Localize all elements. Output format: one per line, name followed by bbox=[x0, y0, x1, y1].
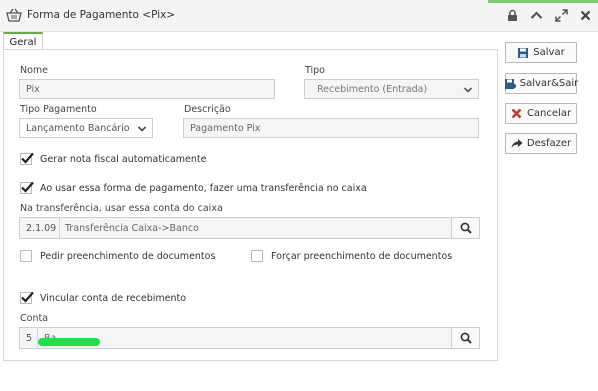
undo-button[interactable]: Desfazer bbox=[505, 133, 577, 154]
tipo-pagamento-select[interactable]: Lançamento Bancário bbox=[19, 118, 153, 138]
save-label: Salvar bbox=[533, 47, 565, 58]
forcar-docs-label: Forçar preenchimento de documentos bbox=[271, 251, 453, 262]
search-icon bbox=[460, 332, 472, 344]
save-and-exit-button[interactable]: Salvar&Sair bbox=[504, 73, 579, 94]
chevron-up-icon[interactable] bbox=[529, 7, 543, 23]
tab-geral[interactable]: Geral bbox=[3, 32, 43, 50]
nome-field[interactable]: Pix bbox=[19, 79, 275, 99]
save-button[interactable]: Salvar bbox=[505, 42, 577, 63]
redaction-mark bbox=[38, 338, 100, 346]
conta-caixa-description: Transferência Caixa->Banco bbox=[65, 222, 199, 234]
pedir-docs-label: Pedir preenchimento de documentos bbox=[40, 251, 216, 262]
tab-geral-label: Geral bbox=[9, 36, 37, 48]
save-and-exit-label: Salvar&Sair bbox=[519, 78, 579, 89]
check-icon bbox=[21, 152, 34, 164]
undo-label: Desfazer bbox=[526, 138, 572, 149]
tipo-value: Recebimento (Entrada) bbox=[317, 83, 428, 95]
conta-code: 5 bbox=[20, 328, 38, 348]
nome-value: Pix bbox=[26, 83, 40, 95]
conta-caixa-search-button[interactable] bbox=[451, 218, 479, 238]
conta-caixa-code: 2.1.09 bbox=[20, 218, 60, 238]
check-icon bbox=[21, 181, 34, 193]
conta-caixa-lookup[interactable]: 2.1.09 Transferência Caixa->Banco bbox=[19, 217, 480, 239]
cancel-button[interactable]: Cancelar bbox=[505, 103, 577, 124]
descricao-label: Descrição bbox=[184, 104, 231, 115]
nome-label: Nome bbox=[20, 65, 49, 76]
tipo-pagamento-label: Tipo Pagamento bbox=[20, 104, 97, 115]
expand-icon[interactable] bbox=[554, 7, 568, 23]
lock-icon[interactable] bbox=[505, 7, 519, 23]
vincular-label: Vincular conta de recebimento bbox=[40, 293, 187, 304]
tipo-pagamento-value: Lançamento Bancário bbox=[26, 122, 130, 134]
window-titlebar: Forma de Pagamento <Pix> bbox=[0, 0, 598, 32]
transferencia-checkbox[interactable] bbox=[20, 181, 34, 194]
titlebar-accent-line bbox=[488, 0, 598, 3]
tipo-label: Tipo bbox=[305, 65, 325, 76]
share-arrow-icon bbox=[511, 138, 523, 150]
vincular-checkbox[interactable] bbox=[20, 291, 34, 304]
gerar-nota-label: Gerar nota fiscal automaticamente bbox=[40, 154, 207, 165]
check-icon bbox=[21, 291, 34, 303]
conta-caixa-label: Na transferência, usar essa conta do cai… bbox=[20, 203, 223, 214]
descricao-field[interactable]: Pagamento Pix bbox=[183, 118, 479, 138]
floppy-icon bbox=[517, 47, 529, 59]
pedir-docs-checkbox[interactable] bbox=[20, 250, 32, 262]
conta-search-button[interactable] bbox=[451, 328, 479, 348]
search-icon bbox=[460, 222, 472, 234]
x-icon bbox=[511, 108, 523, 120]
gerar-nota-checkbox[interactable] bbox=[20, 152, 34, 165]
basket-icon bbox=[6, 8, 22, 22]
chevron-down-icon bbox=[463, 85, 473, 95]
conta-label: Conta bbox=[20, 313, 49, 324]
window-title: Forma de Pagamento <Pix> bbox=[27, 9, 176, 21]
descricao-value: Pagamento Pix bbox=[190, 122, 261, 134]
forcar-docs-checkbox[interactable] bbox=[251, 250, 263, 262]
cancel-label: Cancelar bbox=[526, 108, 572, 119]
transferencia-label: Ao usar essa forma de pagamento, fazer u… bbox=[40, 183, 367, 194]
close-icon[interactable] bbox=[578, 7, 592, 23]
tipo-select[interactable]: Recebimento (Entrada) bbox=[304, 79, 479, 99]
floppy-exit-icon bbox=[504, 78, 516, 90]
chevron-down-icon bbox=[137, 124, 147, 134]
